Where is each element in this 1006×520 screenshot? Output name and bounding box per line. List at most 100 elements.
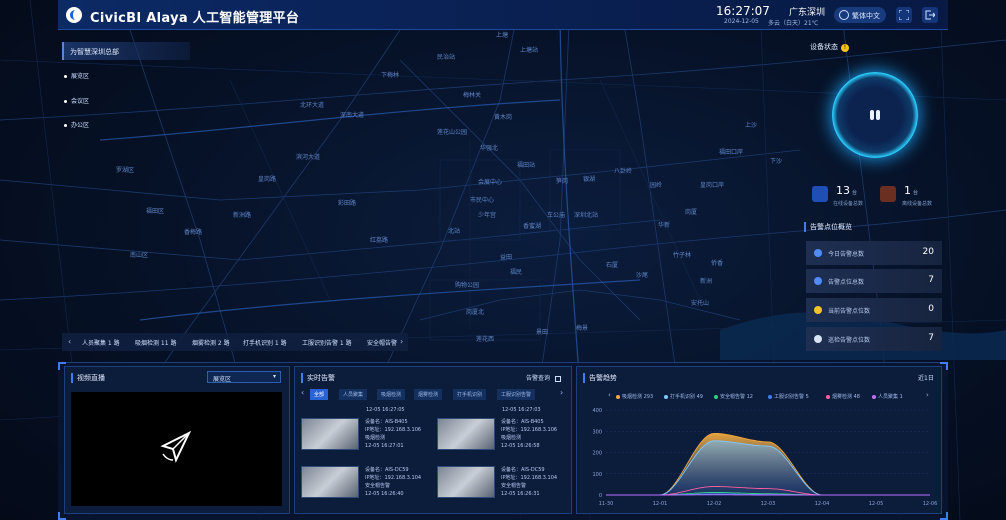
alert-device: 设备名：AIS-DC59 bbox=[501, 467, 545, 473]
x-tick-label: 12-04 bbox=[815, 501, 830, 507]
alert-tab[interactable]: 全部 bbox=[310, 389, 329, 400]
alert-time: 12-05 16:27:01 bbox=[365, 443, 404, 449]
language-label: 繁体中文 bbox=[852, 12, 880, 20]
legend-item[interactable]: 工服识别告警 5 bbox=[768, 393, 809, 400]
language-button[interactable]: 繁体中文 bbox=[834, 7, 886, 23]
alert-tab[interactable]: 人员聚集 bbox=[339, 389, 368, 400]
tree-item-meeting[interactable]: 会议区 bbox=[64, 96, 89, 105]
tree-root-node[interactable]: 为智慧深圳总部 bbox=[62, 42, 190, 60]
area-select[interactable]: 展览区 ▾ bbox=[207, 371, 281, 383]
map-place-label: 梅景 bbox=[576, 325, 589, 332]
tabs-prev-button[interactable]: ‹ bbox=[301, 388, 304, 397]
alert-time: 12-05 16:26:58 bbox=[501, 443, 540, 449]
map-place-label: 滨河大道 bbox=[296, 154, 321, 161]
alert-ip: IP地址：192.168.3.104 bbox=[365, 475, 422, 481]
alert-ip: IP地址：192.168.3.104 bbox=[501, 475, 558, 481]
map-place-label: 沙尾 bbox=[636, 272, 649, 279]
legend-item[interactable]: 人员聚集 1 bbox=[872, 393, 903, 400]
fullscreen-icon bbox=[899, 10, 909, 20]
alert-snapshot[interactable] bbox=[437, 466, 495, 498]
legend-item[interactable]: 吸烟检测 293 bbox=[616, 393, 653, 400]
y-tick-label: 100 bbox=[592, 472, 602, 478]
alarm-type-item[interactable]: 吸烟检测 11 路 bbox=[135, 338, 176, 347]
alarm-type-item[interactable]: 打手机识别 1 路 bbox=[243, 338, 287, 347]
legend-dot bbox=[664, 394, 668, 399]
fullscreen-button[interactable] bbox=[896, 7, 912, 23]
legend-prev-button[interactable]: ‹ bbox=[608, 391, 611, 399]
map-place-label: 福民 bbox=[510, 269, 523, 276]
map-place-label: 彩田路 bbox=[338, 200, 357, 207]
legend-item[interactable]: 烟雾检测 48 bbox=[826, 393, 860, 400]
alarm-type-item[interactable]: 人员聚集 1 路 bbox=[82, 338, 120, 347]
alert-time: 12-05 16:27:05 bbox=[366, 407, 405, 413]
map-place-label: 福田区 bbox=[146, 208, 165, 215]
map-place-label: 华新 bbox=[658, 222, 671, 229]
series-area bbox=[606, 440, 930, 495]
legend-item[interactable]: 安全帽告警 12 bbox=[714, 393, 753, 400]
alarm-overview-row[interactable]: 当前告警点位数 0 bbox=[806, 298, 942, 322]
map-place-label: 园岭 bbox=[650, 182, 663, 189]
map-place-label: 莲花山公园 bbox=[437, 129, 468, 136]
alert-tab[interactable]: 打手机识别 bbox=[453, 389, 487, 400]
map-place-label: 石厦 bbox=[606, 262, 619, 269]
alert-tab[interactable]: 工服识别告警 bbox=[497, 389, 536, 400]
bullet-icon bbox=[64, 124, 67, 127]
map-place-label: 香蜜湖 bbox=[523, 223, 542, 230]
map-place-label: 莲花西 bbox=[476, 336, 495, 343]
alarm-type-item[interactable]: 工服识别告警 1 路 bbox=[302, 338, 352, 347]
alert-ip: IP地址：192.168.3.106 bbox=[501, 427, 558, 433]
alert-type: 安全帽告警 bbox=[501, 483, 527, 489]
alarm-overview-label: 巡检告警点位数 bbox=[828, 337, 871, 344]
alert-time: 12-05 16:26:40 bbox=[365, 491, 404, 497]
alert-snapshot[interactable] bbox=[437, 418, 495, 450]
online-device-count: 13 台 bbox=[836, 184, 858, 197]
trend-range-select[interactable]: 近1日 bbox=[918, 373, 934, 382]
alert-snapshot[interactable] bbox=[301, 418, 359, 450]
map-place-label: 购物公园 bbox=[455, 282, 480, 289]
video-player[interactable] bbox=[71, 392, 282, 506]
map-place-label: 新洲 bbox=[700, 278, 713, 285]
map-place-label: 上沙 bbox=[745, 122, 758, 129]
map-place-label: 岗厦 bbox=[685, 209, 698, 216]
dashboard-stage: 上塘 上塘站 民治站 下梅林 梅林关 黄木岗 莲花山公园 华强北 福田站 会展中心 市民中心 少年宫香… bbox=[0, 0, 1006, 520]
alert-snapshot[interactable] bbox=[301, 466, 359, 498]
map-place-label: 福田站 bbox=[517, 162, 536, 169]
alarm-type-item[interactable]: 烟雾检测 2 路 bbox=[192, 338, 230, 347]
trend-chart: 0 100 200 300 400 11-30 12-01 12-02 12-03 12-04 12… bbox=[592, 408, 937, 507]
y-tick-label: 400 bbox=[592, 408, 602, 414]
map-place-label: 皇岗口岸 bbox=[700, 182, 725, 189]
map-place-label: 南山区 bbox=[130, 252, 149, 259]
map-place-label: 下沙 bbox=[770, 158, 783, 165]
alarm-overview-row[interactable]: 今日告警总数 20 bbox=[806, 241, 942, 265]
tree-item-exhibition[interactable]: 展览区 bbox=[64, 71, 89, 80]
alert-tab[interactable]: 烟雾检测 bbox=[414, 389, 443, 400]
strip-next-button[interactable]: › bbox=[400, 337, 403, 346]
device-status-title: 设备状态! bbox=[810, 42, 849, 52]
map-place-label: 侨香 bbox=[711, 260, 724, 267]
map-place-label: 下梅林 bbox=[381, 72, 400, 79]
map-place-label: 红荔路 bbox=[370, 237, 389, 244]
strip-prev-button[interactable]: ‹ bbox=[68, 337, 71, 346]
alert-time: 12-05 16:27:03 bbox=[502, 407, 541, 413]
alarm-type-item[interactable]: 安全帽告警 bbox=[367, 338, 397, 347]
tree-item-office[interactable]: 办公区 bbox=[64, 120, 89, 129]
alarm-overview-row[interactable]: 告警点位总数 7 bbox=[806, 269, 942, 293]
pause-icon bbox=[870, 110, 880, 120]
map-place-label: 皇岗路 bbox=[258, 176, 277, 183]
alarm-overview-label: 当前告警点位数 bbox=[828, 308, 871, 315]
map-place-label: 罗湖区 bbox=[116, 167, 135, 174]
legend-dot bbox=[826, 394, 830, 399]
alert-tab[interactable]: 吸烟检测 bbox=[377, 389, 406, 400]
no-signal-icon bbox=[160, 430, 192, 463]
legend-next-button[interactable]: › bbox=[926, 391, 929, 399]
alert-type: 吸烟检测 bbox=[365, 435, 386, 441]
alarm-overview-value: 20 bbox=[922, 247, 934, 257]
alert-query-button[interactable]: 告警查询 bbox=[526, 373, 561, 382]
alarm-overview-row[interactable]: 巡检告警点位数 7 bbox=[806, 327, 942, 351]
alert-device: 设备名：AIS-B405 bbox=[365, 419, 408, 425]
logout-button[interactable] bbox=[922, 7, 938, 23]
tabs-next-button[interactable]: › bbox=[560, 388, 563, 397]
legend-item[interactable]: 打手机识别 49 bbox=[664, 393, 703, 400]
legend-dot bbox=[714, 394, 718, 399]
alarm-overview-label: 今日告警总数 bbox=[828, 251, 865, 258]
